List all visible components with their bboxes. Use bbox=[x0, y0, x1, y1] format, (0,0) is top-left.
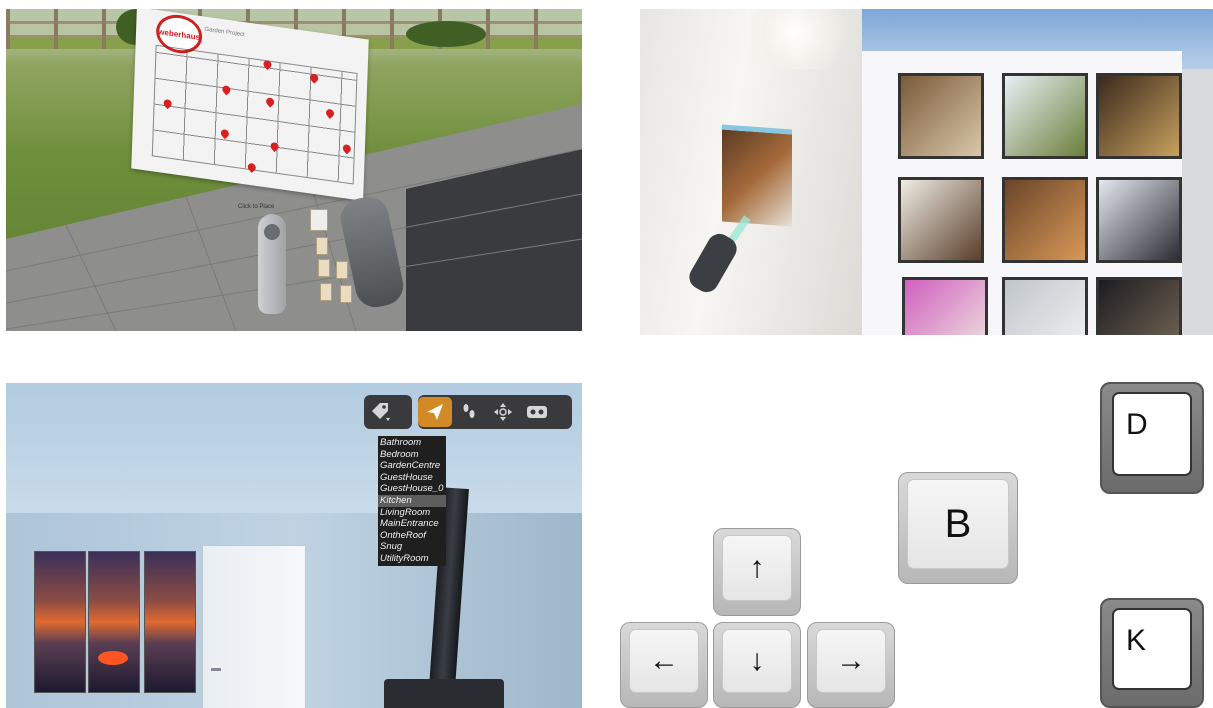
floorplan-board[interactable]: weberhaus Garden Project bbox=[131, 9, 369, 201]
plan-title: Garden Project bbox=[204, 26, 245, 39]
vr-room-view: Bathroom Bedroom GardenCentre GuestHouse… bbox=[6, 383, 582, 708]
tag-menu-toolbar bbox=[364, 395, 412, 429]
tree-foliage bbox=[750, 9, 860, 69]
location-option-livingroom[interactable]: LivingRoom bbox=[378, 507, 446, 519]
thumbnail-card[interactable] bbox=[318, 259, 330, 277]
location-option-guesthouse[interactable]: GuestHouse bbox=[378, 472, 446, 484]
sun bbox=[98, 651, 128, 665]
left-arrow-key[interactable]: ← bbox=[620, 622, 708, 708]
location-option-bedroom[interactable]: Bedroom bbox=[378, 449, 446, 461]
up-arrow-label: ↑ bbox=[722, 535, 792, 601]
room-door bbox=[202, 545, 306, 708]
footsteps-icon[interactable] bbox=[452, 397, 486, 427]
door-handle bbox=[211, 668, 221, 671]
tag-dropdown-icon[interactable] bbox=[364, 397, 398, 427]
controller-label: Click to Place bbox=[238, 204, 275, 210]
location-option-mainentrance[interactable]: MainEntrance bbox=[378, 518, 446, 530]
sunset-window bbox=[88, 551, 140, 693]
location-dropdown-menu: Bathroom Bedroom GardenCentre GuestHouse… bbox=[378, 436, 446, 566]
room-thumbnail[interactable] bbox=[898, 73, 984, 159]
vr-headset-icon[interactable] bbox=[520, 397, 554, 427]
d-key-label: D bbox=[1112, 392, 1192, 476]
room-thumbnail[interactable] bbox=[1002, 177, 1088, 263]
vr-garden-floorplan-view: weberhaus Garden Project Click to Place bbox=[6, 9, 582, 331]
wood-stove bbox=[384, 679, 504, 708]
move-arrows-icon[interactable] bbox=[486, 397, 520, 427]
thumbnail-card[interactable] bbox=[316, 237, 328, 255]
left-arrow-label: ← bbox=[629, 629, 699, 693]
b-key[interactable]: B bbox=[898, 472, 1018, 584]
thumbnail-card[interactable] bbox=[336, 261, 348, 279]
vr-gallery-wall-view bbox=[640, 9, 1213, 335]
location-option-bathroom[interactable]: Bathroom bbox=[378, 437, 446, 449]
room-thumbnail[interactable] bbox=[1002, 277, 1088, 335]
right-arrow-label: → bbox=[816, 629, 886, 693]
room-thumbnail[interactable] bbox=[902, 277, 988, 335]
location-option-utilityroom[interactable]: UtilityRoom bbox=[378, 553, 446, 565]
location-option-gardencentre[interactable]: GardenCentre bbox=[378, 460, 446, 472]
down-arrow-label: ↓ bbox=[722, 629, 792, 693]
k-key-label: K bbox=[1112, 608, 1192, 690]
location-option-guesthouse-0[interactable]: GuestHouse_0 bbox=[378, 483, 446, 495]
thumbnail-card[interactable] bbox=[310, 209, 328, 231]
location-option-snug[interactable]: Snug bbox=[378, 541, 446, 553]
room-thumbnail[interactable] bbox=[1096, 73, 1182, 159]
room-thumbnail[interactable] bbox=[1096, 277, 1182, 335]
location-option-ontheroof[interactable]: OntheRoof bbox=[378, 530, 446, 542]
sunset-window bbox=[34, 551, 86, 693]
location-option-kitchen[interactable]: Kitchen bbox=[378, 494, 446, 507]
right-arrow-key[interactable]: → bbox=[807, 622, 895, 708]
room-thumbnail[interactable] bbox=[1096, 177, 1182, 263]
sunset-window bbox=[144, 551, 196, 693]
paper-plane-icon[interactable] bbox=[418, 397, 452, 427]
vr-controller bbox=[258, 214, 286, 314]
keyboard-controls: ↑ ← ↓ → B D K bbox=[612, 370, 1213, 708]
thumbnail-card[interactable] bbox=[320, 283, 332, 301]
selected-room-preview[interactable] bbox=[722, 124, 792, 227]
navigation-mode-toolbar bbox=[418, 395, 572, 429]
k-key[interactable]: K bbox=[1100, 598, 1204, 708]
thumbnail-card[interactable] bbox=[340, 285, 352, 303]
down-arrow-key[interactable]: ↓ bbox=[713, 622, 801, 708]
b-key-label: B bbox=[907, 479, 1009, 569]
room-thumbnail[interactable] bbox=[898, 177, 984, 263]
d-key[interactable]: D bbox=[1100, 382, 1204, 494]
up-arrow-key[interactable]: ↑ bbox=[713, 528, 801, 616]
room-thumbnail[interactable] bbox=[1002, 73, 1088, 159]
room-gallery-board bbox=[862, 51, 1182, 335]
